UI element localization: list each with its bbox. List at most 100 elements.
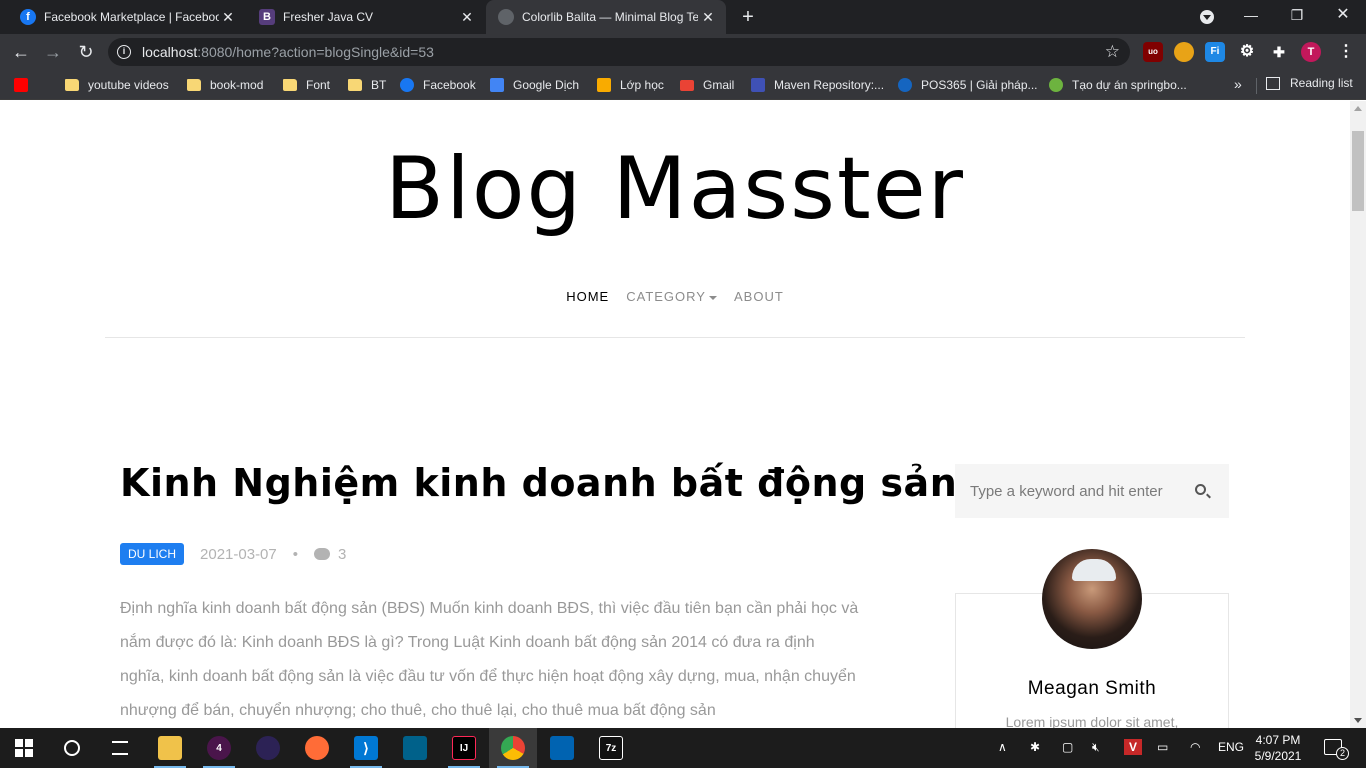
menu-kebab-icon[interactable]: ⋮ — [1336, 42, 1356, 62]
bookmark-star-icon[interactable]: ☆ — [1105, 42, 1120, 62]
folder-icon — [348, 79, 362, 91]
close-tab-icon[interactable]: ✕ — [459, 9, 475, 25]
nav-home[interactable]: HOME — [566, 289, 609, 304]
search-button[interactable] — [48, 728, 96, 768]
cortana-circle-icon — [64, 740, 80, 756]
bookmarks-overflow-button[interactable]: » — [1234, 76, 1242, 92]
browser-tab-active[interactable]: Colorlib Balita — Minimal Blog Template … — [486, 0, 726, 34]
minimize-button[interactable]: — — [1228, 0, 1274, 32]
gmail-icon — [680, 79, 694, 91]
post-meta: DU LICH 2021-03-07 • 3 — [120, 543, 346, 565]
taskbar-app[interactable] — [538, 728, 586, 768]
taskbar-app[interactable] — [391, 728, 439, 768]
close-tab-icon[interactable]: ✕ — [220, 9, 236, 25]
browser-tab[interactable]: f Facebook Marketplace | Facebook ✕ — [8, 0, 246, 34]
notifications-button[interactable]: 2 — [1324, 739, 1349, 760]
reload-button[interactable]: ↻ — [74, 40, 98, 64]
battery-icon[interactable]: ▭ — [1157, 740, 1168, 754]
bookmark-google-translate[interactable]: Google Dịch — [490, 76, 579, 94]
bookmark-folder[interactable]: youtube videos — [65, 76, 169, 94]
bookmark-maven[interactable]: Maven Repository:... — [751, 76, 884, 94]
bookmark-pos365[interactable]: POS365 | Giải pháp... — [898, 76, 1038, 94]
browser-toolbar: ← → ↻ i localhost:8080/home?action=blogS… — [0, 34, 1366, 70]
notification-count: 2 — [1336, 747, 1349, 760]
reading-list-button[interactable]: Reading list — [1266, 76, 1353, 90]
task-view-icon — [112, 741, 128, 755]
category-badge[interactable]: DU LICH — [120, 543, 185, 565]
taskbar-app[interactable]: 4 — [195, 728, 243, 768]
search-input[interactable] — [955, 464, 1229, 518]
extension-orange-icon[interactable] — [1174, 42, 1194, 62]
7zip-icon: 7z — [599, 736, 623, 760]
fi-extension-icon[interactable]: Fi — [1205, 42, 1225, 62]
restore-button[interactable]: ❐ — [1274, 0, 1320, 32]
nav-category-label: CATEGORY — [626, 289, 706, 304]
url-text: localhost:8080/home?action=blogSingle&id… — [142, 44, 434, 60]
windows-logo-icon — [15, 739, 33, 757]
post-date: 2021-03-07 — [200, 545, 277, 563]
new-tab-button[interactable]: + — [738, 7, 758, 27]
bookmark-label: POS365 | Giải pháp... — [921, 78, 1038, 92]
bookmark-label: Font — [306, 78, 331, 92]
tab-search-dropdown-icon[interactable] — [1200, 10, 1214, 24]
ublock-icon[interactable]: uo — [1143, 42, 1163, 62]
folder-icon — [283, 79, 297, 91]
tab-title: Fresher Java CV — [283, 10, 374, 24]
address-bar[interactable]: i localhost:8080/home?action=blogSingle&… — [108, 38, 1130, 66]
bookmark-label: Google Dịch — [513, 78, 580, 92]
back-button[interactable]: ← — [9, 40, 33, 64]
start-button[interactable] — [0, 728, 48, 768]
task-view-button[interactable] — [96, 728, 144, 768]
language-indicator[interactable]: ENG — [1218, 740, 1244, 754]
taskbar-app-active[interactable] — [489, 728, 537, 768]
bootstrap-icon: B — [259, 9, 275, 25]
mysql-workbench-icon — [403, 736, 427, 760]
folder-icon — [65, 79, 79, 91]
bookmark-folder[interactable]: Font — [283, 76, 330, 94]
search-icon[interactable] — [1195, 484, 1206, 495]
taskbar-app[interactable] — [146, 728, 194, 768]
taskbar-app[interactable] — [293, 728, 341, 768]
bookmark-label: Lớp học — [620, 78, 664, 92]
scroll-up-icon[interactable] — [1354, 106, 1362, 111]
show-hidden-icons-button[interactable]: ∧ — [998, 740, 1007, 754]
site-info-icon[interactable]: i — [117, 45, 131, 59]
browser-tab-strip: f Facebook Marketplace | Facebook ✕ B Fr… — [0, 0, 1366, 34]
site-title[interactable]: Blog Masster — [0, 139, 1350, 239]
chrome-icon — [501, 736, 525, 760]
bookmark-folder[interactable]: book-mod — [187, 76, 263, 94]
page-viewport: Blog Masster HOME CATEGORY ABOUT Kinh Ng… — [0, 101, 1350, 728]
scrollbar-thumb[interactable] — [1352, 131, 1364, 211]
bookmark-label: Facebook — [423, 78, 476, 92]
system-clock[interactable]: 4:07 PM 5/9/2021 — [1250, 732, 1306, 764]
bookmark-spring[interactable]: Tạo dự án springbo... — [1049, 76, 1187, 94]
page-scrollbar[interactable] — [1350, 101, 1366, 728]
gear-extension-icon[interactable]: ⚙ — [1237, 42, 1257, 62]
browser-tab[interactable]: B Fresher Java CV ✕ — [247, 0, 485, 34]
taskbar-app[interactable] — [244, 728, 292, 768]
slack-tray-icon[interactable]: ✱ — [1030, 740, 1040, 754]
vivaldi-tray-icon[interactable]: V — [1124, 739, 1142, 755]
close-window-button[interactable]: ✕ — [1320, 0, 1366, 32]
folder-icon — [187, 79, 201, 91]
camera-tray-icon[interactable]: ▢ — [1062, 740, 1073, 754]
taskbar-app[interactable]: IJ — [440, 728, 488, 768]
puzzle-icon[interactable]: ✚ — [1269, 42, 1289, 62]
bookmark-facebook[interactable]: Facebook — [400, 76, 476, 94]
wifi-icon[interactable]: ◠ — [1190, 740, 1200, 754]
scroll-down-icon[interactable] — [1354, 718, 1362, 723]
profile-avatar-icon[interactable]: T — [1301, 42, 1321, 62]
postman-icon — [305, 736, 329, 760]
forward-button[interactable]: → — [41, 40, 65, 64]
taskbar-app[interactable]: 7z — [587, 728, 635, 768]
clock-date: 5/9/2021 — [1254, 749, 1302, 763]
nav-category[interactable]: CATEGORY — [626, 289, 717, 304]
bookmark-gmail[interactable]: Gmail — [680, 76, 734, 94]
close-tab-icon[interactable]: ✕ — [700, 9, 716, 25]
nav-about[interactable]: ABOUT — [734, 289, 784, 304]
volume-muted-icon[interactable]: 🔇︎ — [1092, 740, 1100, 755]
taskbar-app[interactable]: ⟩ — [342, 728, 390, 768]
bookmark-classroom[interactable]: Lớp học — [597, 76, 664, 94]
bookmark-youtube[interactable] — [14, 76, 28, 94]
bookmark-folder[interactable]: BT — [348, 76, 386, 94]
